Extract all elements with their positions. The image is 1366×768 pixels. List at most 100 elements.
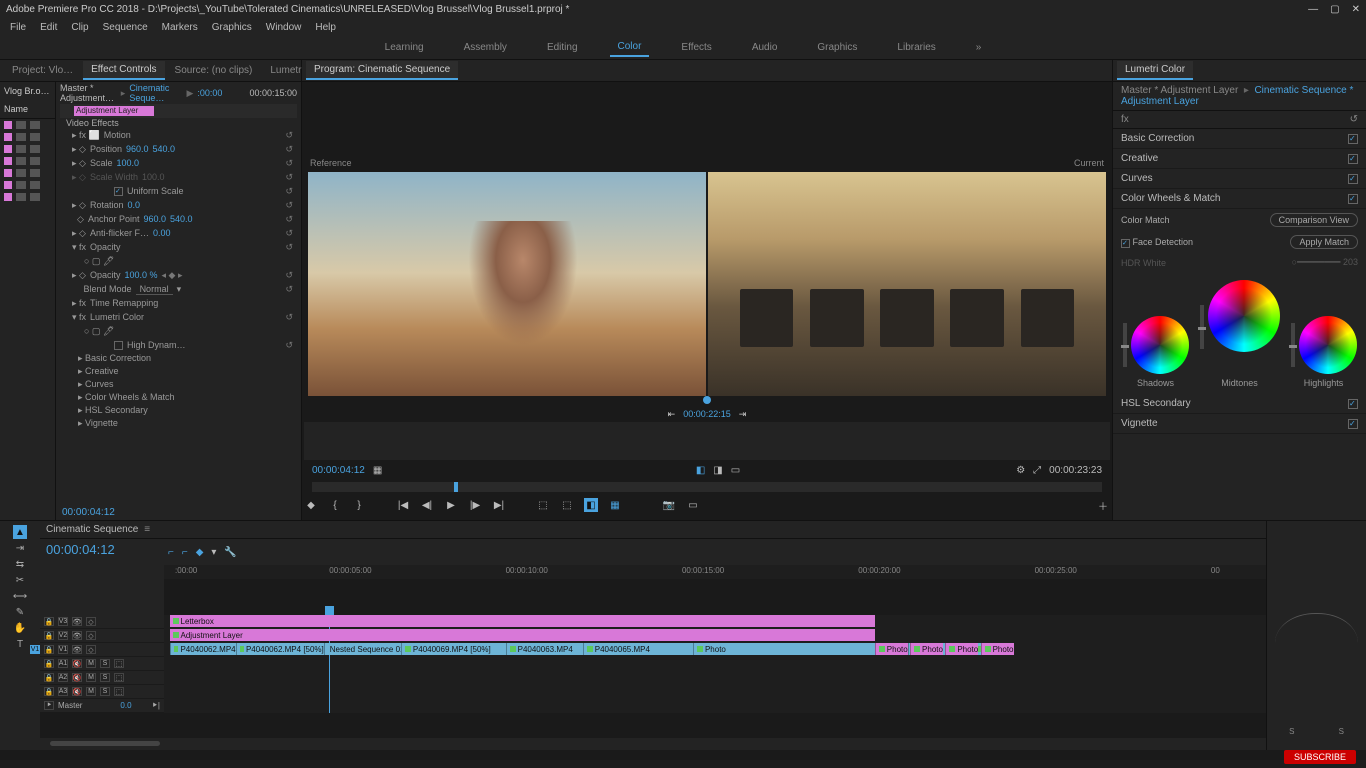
add-marker-button[interactable]: ◆ bbox=[304, 498, 318, 512]
ripple-edit-tool[interactable]: ⇆ bbox=[13, 557, 27, 571]
ec-category[interactable]: ▸ HSL Secondary bbox=[60, 404, 297, 417]
hsl-checkbox[interactable] bbox=[1348, 399, 1358, 409]
ec-category[interactable]: ▸ Color Wheels & Match bbox=[60, 391, 297, 404]
go-to-out-button[interactable]: ▶| bbox=[492, 498, 506, 512]
workspace-assembly[interactable]: Assembly bbox=[456, 39, 515, 56]
step-back-button[interactable]: ◀| bbox=[420, 498, 434, 512]
timeline-sequence-tab[interactable]: Cinematic Sequence bbox=[46, 524, 138, 535]
creative-checkbox[interactable] bbox=[1348, 154, 1358, 164]
menu-markers[interactable]: Markers bbox=[156, 20, 204, 35]
bin-item[interactable] bbox=[0, 143, 55, 155]
mark-out-button[interactable]: ⇥ bbox=[739, 409, 747, 420]
workspace-color[interactable]: Color bbox=[610, 38, 650, 57]
ec-category[interactable]: ▸ Vignette bbox=[60, 417, 297, 430]
step-forward-button[interactable]: |▶ bbox=[468, 498, 482, 512]
highlights-wheel[interactable] bbox=[1299, 316, 1357, 374]
tab-program-monitor[interactable]: Program: Cinematic Sequence bbox=[306, 61, 458, 80]
timeline-clip[interactable]: Photo bbox=[910, 643, 943, 655]
ec-lumetri-effect[interactable]: ▾ fx Lumetri Color↺ bbox=[60, 310, 297, 324]
add-panel-button[interactable]: ＋ bbox=[1096, 498, 1110, 512]
mark-in-button-2[interactable]: { bbox=[328, 498, 342, 512]
bin-item[interactable] bbox=[0, 155, 55, 167]
playback-resolution-icon[interactable]: ▦ bbox=[373, 465, 382, 476]
comparison-view-pill[interactable]: Comparison View bbox=[1270, 213, 1358, 227]
track-header-v3[interactable]: 🔒V3👁◇ bbox=[40, 615, 164, 629]
program-scrubber[interactable] bbox=[312, 482, 1102, 492]
timeline-clip[interactable]: P4040063.MP4 bbox=[506, 643, 583, 655]
timeline-zoom-scrollbar[interactable] bbox=[50, 741, 160, 746]
wheels-checkbox[interactable] bbox=[1348, 194, 1358, 204]
subscribe-button[interactable]: SUBSCRIBE bbox=[1284, 750, 1356, 764]
window-minimize-button[interactable]: — bbox=[1308, 4, 1318, 15]
export-frame-button[interactable]: 📷 bbox=[662, 498, 676, 512]
comparison-view-button[interactable]: ◧ bbox=[696, 465, 705, 476]
ec-antiflicker[interactable]: ▸ ◇ Anti-flicker F… 0.00↺ bbox=[60, 226, 297, 240]
timeline-clip[interactable]: P4040069.MP4 [50%] bbox=[401, 643, 506, 655]
face-detection-checkbox[interactable] bbox=[1121, 239, 1130, 248]
workspace-audio[interactable]: Audio bbox=[744, 39, 786, 56]
shadows-luma-slider[interactable] bbox=[1123, 323, 1127, 367]
track-select-tool[interactable]: ⇥ bbox=[13, 541, 27, 555]
timeline-timecode[interactable]: 00:00:04:12 bbox=[40, 539, 164, 565]
lumetri-color-wheels[interactable]: Color Wheels & Match bbox=[1113, 189, 1366, 209]
lumetri-vignette[interactable]: Vignette bbox=[1113, 414, 1366, 434]
window-close-button[interactable]: ✕ bbox=[1352, 4, 1360, 15]
timeline-wrench-icon[interactable]: 🔧 bbox=[224, 547, 236, 558]
ec-sequence-link[interactable]: Cinematic Seque… bbox=[129, 83, 178, 103]
slip-tool[interactable]: ⟷ bbox=[13, 589, 27, 603]
tab-source[interactable]: Source: (no clips) bbox=[167, 62, 261, 79]
lumetri-curves[interactable]: Curves bbox=[1113, 169, 1366, 189]
safe-margins-button[interactable]: ▦ bbox=[608, 498, 622, 512]
bin-item[interactable] bbox=[0, 119, 55, 131]
vignette-checkbox[interactable] bbox=[1348, 419, 1358, 429]
timeline-clip[interactable]: Nested Sequence 01 bbox=[324, 643, 401, 655]
track-header-a1[interactable]: 🔒A1🔇MS⬚ bbox=[40, 657, 164, 671]
hand-tool[interactable]: ✋ bbox=[13, 621, 27, 635]
workspace-libraries[interactable]: Libraries bbox=[889, 39, 943, 56]
ec-motion-effect[interactable]: ▸ fx ⬜ Motion↺ bbox=[60, 128, 297, 142]
menu-file[interactable]: File bbox=[4, 20, 32, 35]
comparison-timecode[interactable]: 00:00:22:15 bbox=[683, 409, 731, 419]
comparison-toggle-button[interactable]: ◧ bbox=[584, 498, 598, 512]
workspace-overflow-icon[interactable]: » bbox=[968, 39, 990, 56]
workspace-effects[interactable]: Effects bbox=[673, 39, 719, 56]
extract-button[interactable]: ⬚ bbox=[560, 498, 574, 512]
timeline-clip-area[interactable]: LetterboxAdjustment LayerP4040062.MP4P40… bbox=[164, 615, 1266, 713]
tab-lumetri-color[interactable]: Lumetri Color bbox=[1117, 61, 1193, 80]
play-button[interactable]: ▶ bbox=[444, 498, 458, 512]
selection-tool[interactable]: ▲ bbox=[13, 525, 27, 539]
razor-tool[interactable]: ✂ bbox=[13, 573, 27, 587]
track-header-v1[interactable]: V1🔒V1👁◇ bbox=[40, 643, 164, 657]
track-header-a3[interactable]: 🔒A3🔇MS⬚ bbox=[40, 685, 164, 699]
bin-item[interactable] bbox=[0, 131, 55, 143]
ec-hdr-checkbox[interactable] bbox=[114, 341, 123, 350]
ec-lumetri-masks[interactable]: ○ ▢ 🖊 bbox=[60, 324, 297, 338]
timeline-ruler[interactable]: :00:0000:00:05:0000:00:10:0000:00:15:000… bbox=[164, 565, 1266, 579]
type-tool[interactable]: T bbox=[13, 637, 27, 651]
lumetri-reset-icon[interactable]: ↺ bbox=[1350, 114, 1358, 125]
ec-category[interactable]: ▸ Creative bbox=[60, 365, 297, 378]
reference-monitor[interactable] bbox=[308, 172, 706, 396]
program-timecode-left[interactable]: 00:00:04:12 bbox=[312, 465, 365, 476]
timeline-clip[interactable]: Photo bbox=[693, 643, 875, 655]
ec-blend-mode[interactable]: Blend Mode Normal ▾↺ bbox=[60, 282, 297, 296]
timeline-clip[interactable]: Letterbox bbox=[170, 615, 875, 627]
mark-in-button[interactable]: ⇤ bbox=[668, 409, 676, 420]
menu-sequence[interactable]: Sequence bbox=[97, 20, 154, 35]
window-maximize-button[interactable]: ▢ bbox=[1330, 4, 1339, 15]
bin-item[interactable] bbox=[0, 191, 55, 203]
bin-item[interactable] bbox=[0, 179, 55, 191]
track-header-v2[interactable]: 🔒V2👁◇ bbox=[40, 629, 164, 643]
highlights-luma-slider[interactable] bbox=[1291, 323, 1295, 367]
menu-graphics[interactable]: Graphics bbox=[206, 20, 258, 35]
menu-window[interactable]: Window bbox=[260, 20, 308, 35]
ec-anchor-point[interactable]: ◇ Anchor Point 960.0 540.0↺ bbox=[60, 212, 297, 226]
comparison-slider-handle[interactable] bbox=[703, 396, 711, 404]
pen-tool[interactable]: ✎ bbox=[13, 605, 27, 619]
ec-category[interactable]: ▸ Basic Correction bbox=[60, 352, 297, 365]
bin-item[interactable] bbox=[0, 167, 55, 179]
ec-high-dynamic[interactable]: High Dynam…↺ bbox=[60, 338, 297, 352]
timeline-clip[interactable]: Photo bbox=[981, 643, 1014, 655]
curves-checkbox[interactable] bbox=[1348, 174, 1358, 184]
ec-category[interactable]: ▸ Curves bbox=[60, 378, 297, 391]
